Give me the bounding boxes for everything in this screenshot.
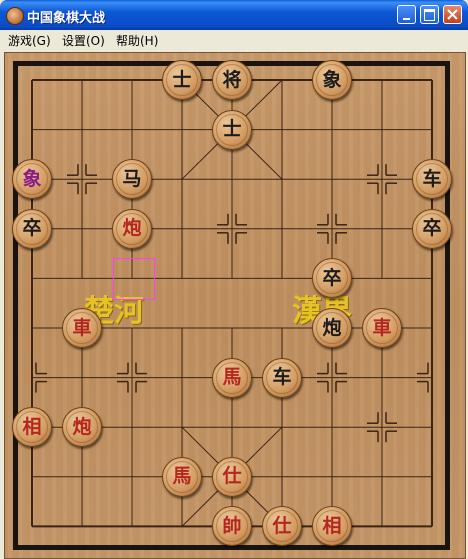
piece-label: 炮 xyxy=(72,415,92,438)
piece-馬[interactable]: 馬 xyxy=(162,456,202,497)
piece-label: 相 xyxy=(22,415,42,438)
piece-label: 将 xyxy=(222,68,242,91)
piece-label: 馬 xyxy=(172,465,192,488)
piece-label: 帥 xyxy=(222,514,242,537)
selection-cursor xyxy=(113,258,155,300)
piece-label: 象 xyxy=(22,167,42,190)
piece-label: 卒 xyxy=(22,217,42,240)
piece-炮[interactable]: 炮 xyxy=(312,308,352,348)
piece-label: 士 xyxy=(172,68,192,91)
piece-将[interactable]: 将 xyxy=(212,60,252,100)
piece-卒[interactable]: 卒 xyxy=(12,208,52,249)
piece-马[interactable]: 马 xyxy=(112,159,152,200)
piece-車[interactable]: 車 xyxy=(362,308,402,348)
piece-label: 仕 xyxy=(222,465,242,488)
piece-label: 車 xyxy=(72,316,92,339)
piece-label: 卒 xyxy=(422,217,442,240)
piece-象[interactable]: 象 xyxy=(12,159,52,200)
piece-label: 象 xyxy=(322,68,342,91)
piece-label: 炮 xyxy=(122,217,142,240)
piece-車[interactable]: 車 xyxy=(62,308,102,348)
piece-label: 馬 xyxy=(222,366,242,389)
piece-士[interactable]: 士 xyxy=(162,60,202,100)
piece-label: 车 xyxy=(422,167,442,190)
piece-馬[interactable]: 馬 xyxy=(212,357,252,398)
piece-车[interactable]: 车 xyxy=(412,159,452,200)
piece-label: 卒 xyxy=(322,266,342,289)
piece-士[interactable]: 士 xyxy=(212,109,252,150)
piece-卒[interactable]: 卒 xyxy=(412,208,452,249)
piece-仕[interactable]: 仕 xyxy=(212,456,252,497)
piece-label: 车 xyxy=(272,366,292,389)
piece-label: 马 xyxy=(122,167,142,190)
piece-label: 仕 xyxy=(272,514,292,537)
piece-车[interactable]: 车 xyxy=(262,357,302,398)
piece-相[interactable]: 相 xyxy=(12,407,52,448)
piece-炮[interactable]: 炮 xyxy=(112,208,152,249)
piece-象[interactable]: 象 xyxy=(312,60,352,100)
piece-炮[interactable]: 炮 xyxy=(62,407,102,448)
piece-label: 相 xyxy=(322,514,342,537)
piece-label: 車 xyxy=(372,316,392,339)
piece-label: 炮 xyxy=(322,316,342,339)
piece-label: 士 xyxy=(222,118,242,141)
